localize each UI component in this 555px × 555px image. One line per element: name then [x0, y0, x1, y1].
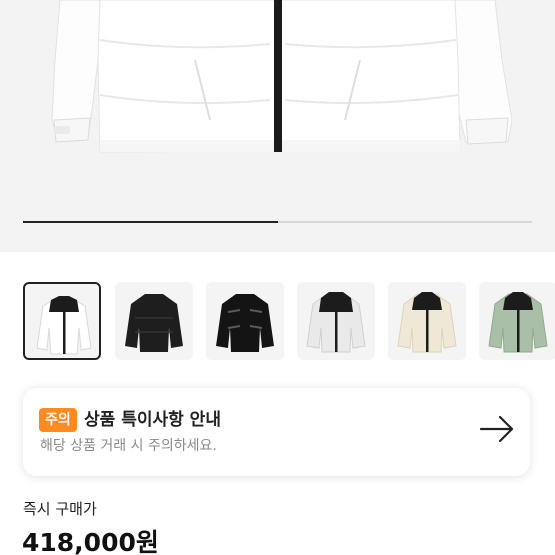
thumbnail-2[interactable] — [115, 282, 193, 360]
gallery-progress — [23, 221, 532, 223]
jacket-black-glossy-thumbnail — [216, 294, 274, 352]
thumbnail-3[interactable] — [206, 282, 284, 360]
thumbnail-1[interactable] — [23, 282, 101, 360]
jacket-cream-thumbnail — [397, 292, 457, 353]
caution-badge: 주의 — [39, 408, 77, 432]
product-notice-card[interactable]: 주의 상품 특이사항 안내 해당 상품 거래 시 주의하세요. — [23, 388, 530, 476]
thumbnail-5[interactable] — [388, 282, 466, 360]
product-image[interactable] — [0, 0, 555, 252]
jacket-light-gray-thumbnail — [306, 292, 366, 353]
thumbnail-4[interactable] — [297, 282, 375, 360]
notice-subtitle: 해당 상품 거래 시 주의하세요. — [40, 438, 217, 454]
thumbnail-strip — [0, 282, 555, 362]
thumbnail-6[interactable] — [479, 282, 555, 360]
notice-title: 상품 특이사항 안내 — [84, 410, 221, 430]
jacket-image — [51, 0, 513, 153]
jacket-white-black-thumbnail — [36, 296, 92, 355]
instant-buy-price-label: 즉시 구매가 — [23, 500, 97, 518]
instant-buy-price: 418,000원 — [22, 528, 159, 555]
jacket-sage-green-thumbnail — [488, 292, 548, 353]
gallery-progress-fill — [23, 221, 278, 223]
arrow-right-icon[interactable] — [479, 414, 515, 444]
jacket-black-matte-thumbnail — [125, 294, 183, 352]
